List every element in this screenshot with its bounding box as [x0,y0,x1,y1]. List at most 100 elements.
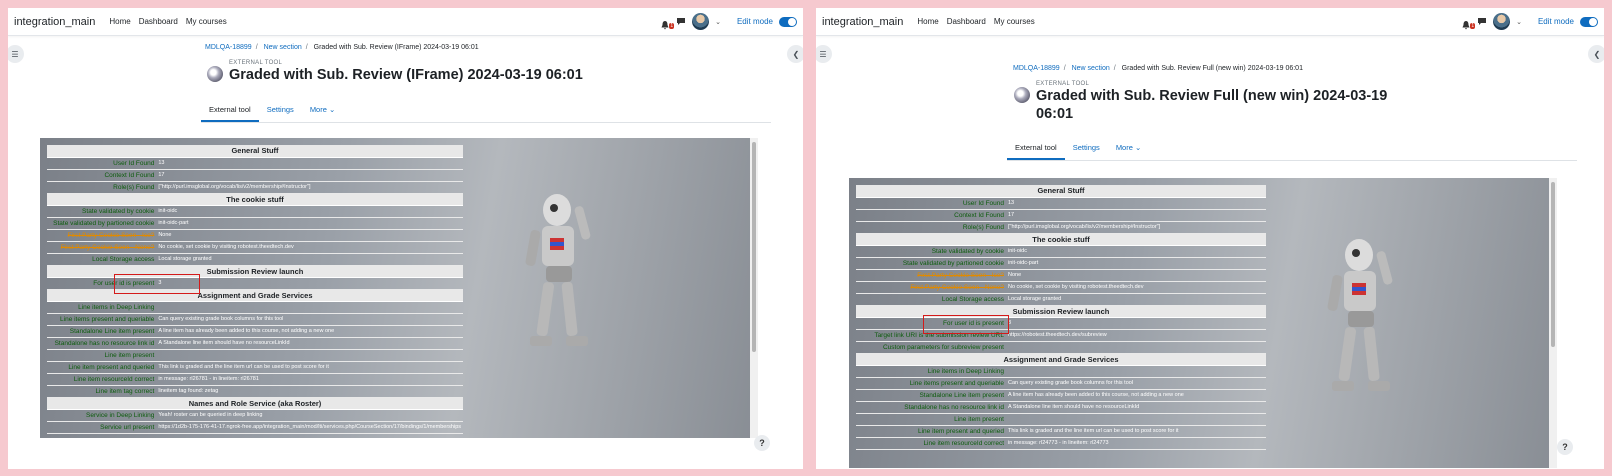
table-row: State validated by cookie init-oidc [856,245,1266,258]
table-row: Context Id Found 17 [47,169,463,182]
table-row: For user id is present 3 [47,277,463,290]
table-row: First Party Cookie Seen - Ice? None [856,269,1266,282]
lti-iframe[interactable]: General Stuff User Id Found 13 Context Id F… [40,138,758,438]
check-label: State validated by cookie [47,205,157,218]
chevron-left-icon: ❮ [792,49,800,59]
course-index-toggle[interactable]: ☰ [8,45,24,63]
tab-external-tool[interactable]: External tool [1007,138,1065,160]
nav-dashboard[interactable]: Dashboard [139,17,178,26]
table-row: Line items in Deep Linking [47,301,463,314]
section-header: Submission Review launch [856,305,1266,318]
breadcrumb: MDLQA-18899/ New section / Graded with Su… [205,44,479,51]
avatar[interactable] [1493,13,1511,30]
question-icon: ? [1562,442,1568,452]
list-icon: ☰ [819,49,827,59]
nav-dashboard[interactable]: Dashboard [947,17,986,26]
breadcrumb: MDLQA-18899/ New section / Graded with Su… [1013,65,1303,72]
tab-more[interactable]: More ⌄ [302,100,343,122]
iframe-scrollbar[interactable] [1549,178,1557,468]
tab-external-tool[interactable]: External tool [201,100,259,122]
site-brand[interactable]: integration_main [14,16,95,28]
table-row: Standalone has no resource link id A Stan… [47,337,463,350]
list-icon: ☰ [11,49,19,59]
check-value [1006,365,1266,378]
section-header-row: The cookie stuff [47,193,463,206]
breadcrumb-section[interactable]: New section [264,44,302,51]
table-row: Line item present [47,349,463,362]
check-label: Line item present [856,413,1006,426]
check-label: User Id Found [47,157,157,170]
section-header: General Stuff [47,145,463,158]
tab-more[interactable]: More ⌄ [1108,138,1149,160]
check-value: Local storage granted [1006,293,1266,306]
check-label: First Party Cookie Seen - Ice? [47,229,157,242]
scrollbar-thumb[interactable] [1551,182,1555,347]
check-value [1006,341,1266,354]
nav-home[interactable]: Home [917,17,938,26]
table-row: Role(s) Found ["http://purl.imsglobal.org… [47,181,463,194]
check-value: No cookie, set cookie by visiting robote… [1006,281,1266,294]
check-value: 13 [156,157,463,170]
table-row: Line items present and queriable Can quer… [856,377,1266,390]
breadcrumb-course[interactable]: MDLQA-18899 [1013,65,1060,72]
lti-iframe[interactable]: General Stuff User Id Found 13 Context Id F… [849,178,1557,468]
table-row: Standalone Line item present A line item … [856,389,1266,402]
check-label: User Id Found [856,197,1006,210]
site-brand[interactable]: integration_main [822,16,903,28]
block-drawer-toggle[interactable]: ❮ [787,45,803,63]
iframe-scrollbar[interactable] [750,138,758,438]
table-row: User Id Found 13 [856,197,1266,210]
tab-settings[interactable]: Settings [259,100,302,122]
nav-my-courses[interactable]: My courses [994,17,1035,26]
page-header: EXTERNAL TOOL Graded with Sub. Review (I… [207,60,583,84]
check-label: Role(s) Found [856,221,1006,234]
check-value: Can query existing grade book columns fo… [156,313,463,326]
section-header: Assignment and Grade Services [856,353,1266,366]
check-value: None [156,229,463,242]
edit-mode-toggle[interactable] [1580,16,1598,27]
breadcrumb-section[interactable]: New section [1072,65,1110,72]
scrollbar-thumb[interactable] [752,142,756,352]
navbar: integration_main Home Dashboard My cours… [8,8,803,36]
check-label: First Party Cookie Seen - None? [47,241,157,254]
table-row: Role(s) Found ["http://purl.imsglobal.org… [856,221,1266,234]
check-label: Line item tag correct [47,385,157,398]
chat-icon[interactable] [676,13,686,31]
table-row: Standalone has no resource link id A Stan… [856,401,1266,414]
chevron-down-icon[interactable]: ⌄ [715,18,721,26]
check-label: State validated by partioned cookie [856,257,1006,270]
page-title-line-1: Graded with Sub. Review Full (new win) 2… [1036,88,1388,104]
check-value: 17 [1006,209,1266,222]
check-value [156,349,463,362]
table-row: Line item present [856,413,1266,426]
question-icon: ? [759,438,765,448]
help-button[interactable]: ? [1557,439,1573,455]
bell-icon[interactable]: 1 [1461,17,1476,29]
check-label: Standalone Line item present [856,389,1006,402]
check-label: Custom parameters for subreview present [856,341,1006,354]
bell-icon[interactable]: 1 [660,17,675,29]
chat-icon[interactable] [1477,13,1487,31]
check-label: Line item resourceId correct [47,373,157,386]
edit-mode-label: Edit mode [736,17,773,26]
check-label: Line items in Deep Linking [47,301,157,314]
nav-home[interactable]: Home [109,17,130,26]
check-label: Local Storage access [47,253,157,266]
edit-mode-label: Edit mode [1537,17,1574,26]
edit-mode-toggle[interactable] [779,16,797,27]
notification-count: 1 [1470,22,1476,29]
check-label: Context Id Found [856,209,1006,222]
chevron-down-icon[interactable]: ⌄ [1516,18,1522,26]
check-label: Standalone has no resource link id [856,401,1006,414]
robot-image [1327,239,1393,391]
nav-my-courses[interactable]: My courses [186,17,227,26]
block-drawer-toggle[interactable]: ❮ [1588,45,1604,63]
breadcrumb-course[interactable]: MDLQA-18899 [205,44,252,51]
help-button[interactable]: ? [754,435,770,451]
avatar[interactable] [692,13,710,30]
tab-settings[interactable]: Settings [1065,138,1108,160]
check-label: Line items present and queriable [856,377,1006,390]
course-index-toggle[interactable]: ☰ [816,45,832,63]
section-header-row: Assignment and Grade Services [856,353,1266,366]
table-row: User Id Found 13 [47,157,463,170]
